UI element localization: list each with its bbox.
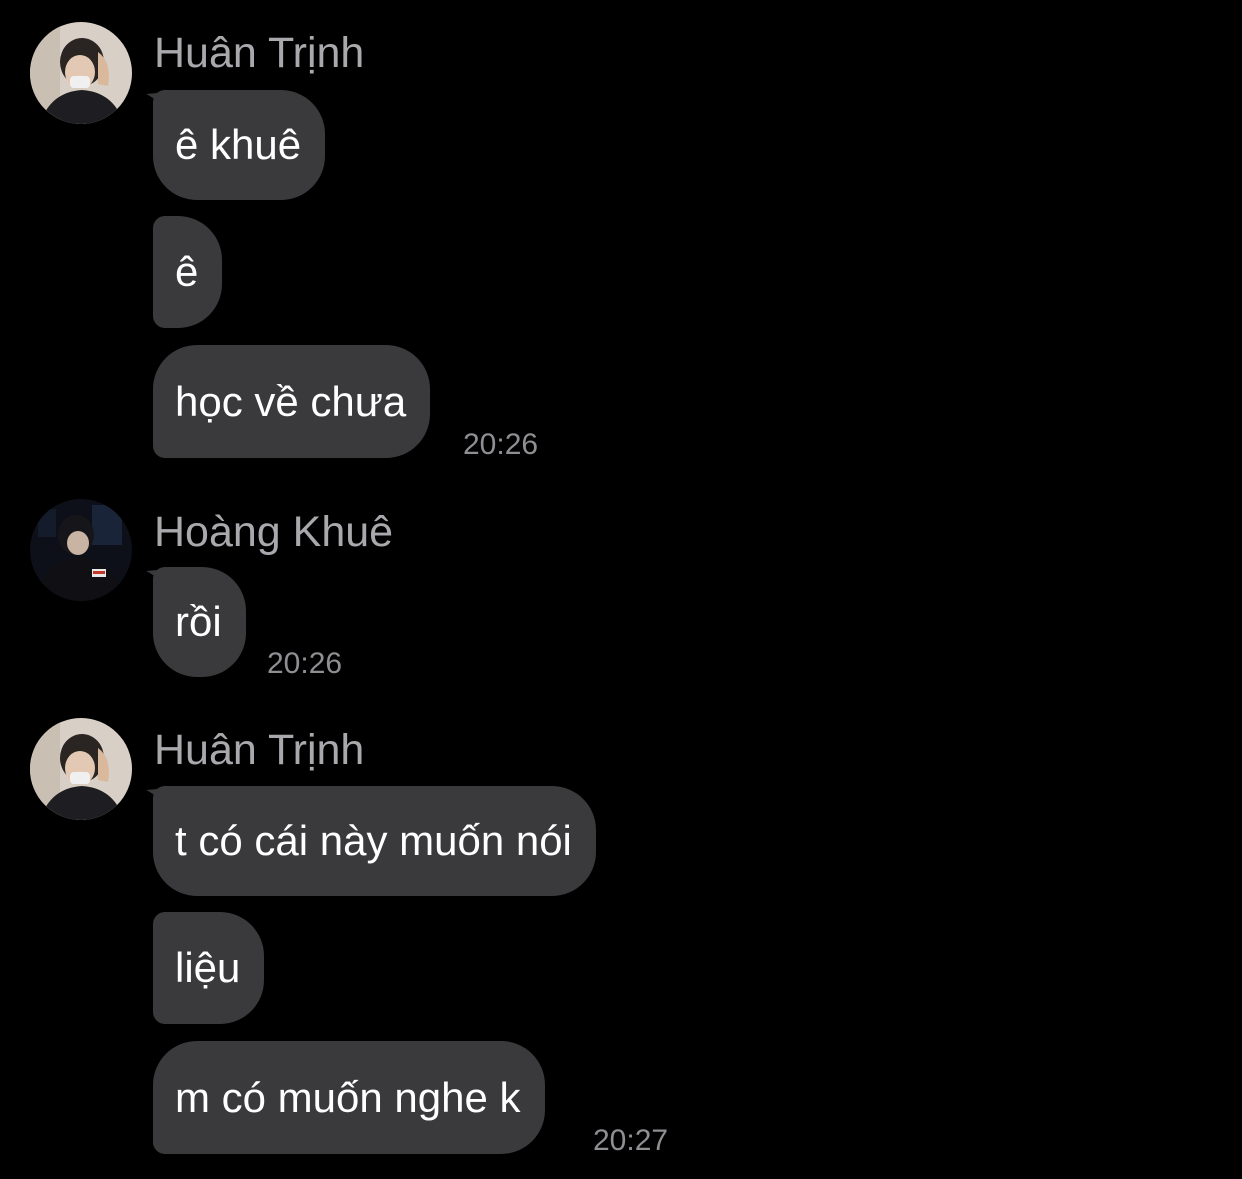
message-time: 20:26	[267, 647, 343, 680]
message-bubble[interactable]: t có cái này muốn nói	[153, 786, 596, 896]
message-time: 20:27	[593, 1124, 669, 1157]
avatar-huan-trinh-icon	[30, 22, 132, 124]
avatar[interactable]	[30, 499, 132, 601]
message-text: ê	[175, 248, 199, 295]
avatar[interactable]	[30, 22, 132, 124]
message-bubble[interactable]: học về chưa	[153, 345, 431, 458]
message-bubble[interactable]: liệu	[153, 912, 265, 1024]
sender-name: Huân Trịnh	[154, 29, 365, 77]
message-text: học về chưa	[175, 377, 407, 425]
message-bubble[interactable]: rồi	[153, 567, 246, 677]
message-text: m có muốn nghe k	[175, 1073, 521, 1121]
message-text: rồi	[175, 598, 222, 645]
message-text: liệu	[175, 944, 241, 991]
message-time: 20:26	[463, 428, 539, 461]
message-bubble[interactable]: ê	[153, 216, 223, 328]
message-text: t có cái này muốn nói	[175, 817, 572, 864]
message-bubble[interactable]: m có muốn nghe k	[153, 1041, 545, 1154]
sender-name: Huân Trịnh	[154, 726, 365, 774]
avatar[interactable]	[30, 718, 132, 820]
sender-name: Hoàng Khuê	[154, 508, 394, 556]
message-bubble[interactable]: ê khuê	[153, 90, 326, 200]
avatar-huan-trinh-icon	[30, 718, 132, 820]
avatar-hoang-khue-icon	[30, 499, 132, 601]
message-text: ê khuê	[175, 121, 302, 168]
